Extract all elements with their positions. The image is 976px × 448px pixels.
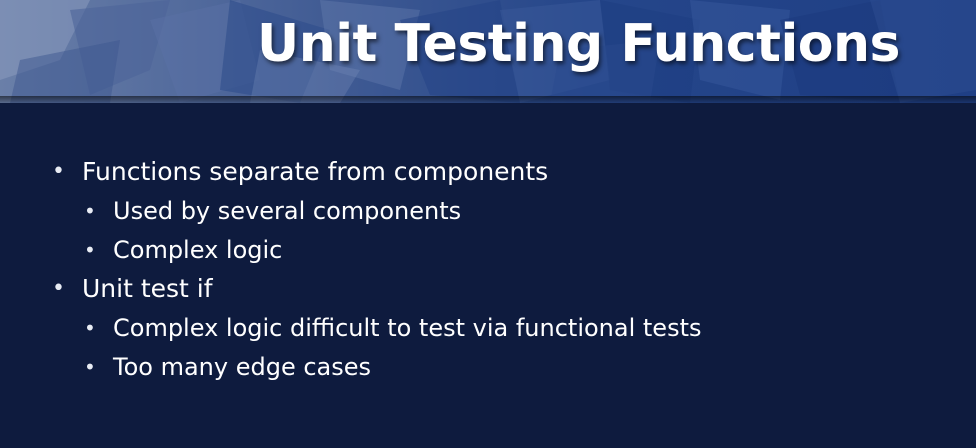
title-banner: Unit Testing Functions bbox=[0, 0, 976, 103]
bullet-icon: • bbox=[84, 238, 96, 262]
bullet-text: Functions separate from components bbox=[82, 157, 549, 186]
slide-title: Unit Testing Functions bbox=[256, 14, 901, 74]
bullet-icon: • bbox=[52, 276, 65, 301]
sub-bullet-item: • Complex logic bbox=[0, 230, 976, 269]
bullet-icon: • bbox=[84, 316, 96, 340]
bullet-item: • Functions separate from components bbox=[0, 152, 976, 191]
sub-bullet-item: • Used by several components bbox=[0, 191, 976, 230]
bullet-text: Unit test if bbox=[82, 274, 213, 303]
bullet-text: Used by several components bbox=[113, 197, 462, 225]
bullet-text: Too many edge cases bbox=[113, 353, 372, 381]
sub-bullet-item: • Too many edge cases bbox=[0, 347, 976, 386]
bullet-item: • Unit test if bbox=[0, 269, 976, 308]
bullet-icon: • bbox=[84, 355, 96, 379]
bullet-icon: • bbox=[52, 159, 65, 184]
banner-shadow bbox=[0, 96, 976, 103]
bullet-icon: • bbox=[84, 199, 96, 223]
bullet-text: Complex logic difficult to test via func… bbox=[113, 314, 702, 342]
sub-bullet-item: • Complex logic difficult to test via fu… bbox=[0, 308, 976, 347]
bullet-list: • Functions separate from components • U… bbox=[0, 152, 976, 386]
slide: Unit Testing Functions • Functions separ… bbox=[0, 0, 976, 448]
bullet-text: Complex logic bbox=[113, 236, 283, 264]
